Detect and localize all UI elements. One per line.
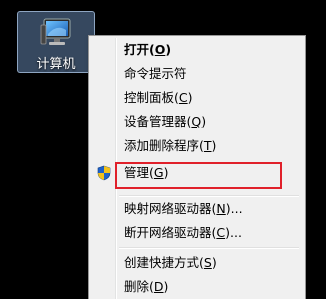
context-menu: 打开(O) 命令提示符 控制面板(C) 设备管理器(Q) 添加删除程序(T) 管… — [88, 35, 306, 299]
menu-item-label: 断开网络驱动器(C)... — [124, 225, 242, 240]
menu-item-manage[interactable]: 管理(G) — [91, 162, 303, 184]
menu-separator — [119, 247, 299, 249]
menu-item-device-manager[interactable]: 设备管理器(Q) — [91, 111, 303, 133]
menu-item-disconnect-network-drive[interactable]: 断开网络驱动器(C)... — [91, 222, 303, 244]
menu-item-label: 删除(D) — [124, 279, 169, 294]
menu-item-label: 创建快捷方式(S) — [124, 255, 217, 270]
menu-item-label: 控制面板(C) — [124, 90, 193, 105]
menu-item-label: 打开(O) — [124, 42, 172, 57]
desktop: 计算机 打开(O) 命令提示符 控制面板(C) 设备管理器(Q) 添加删除程序(… — [0, 0, 326, 299]
menu-item-delete[interactable]: 删除(D) — [91, 276, 303, 298]
menu-item-create-shortcut[interactable]: 创建快捷方式(S) — [91, 252, 303, 274]
menu-item-label: 命令提示符 — [124, 66, 187, 81]
menu-item-open[interactable]: 打开(O) — [91, 39, 303, 61]
menu-item-map-network-drive[interactable]: 映射网络驱动器(N)... — [91, 198, 303, 220]
menu-item-label: 映射网络驱动器(N)... — [124, 201, 243, 216]
menu-item-add-remove-programs[interactable]: 添加删除程序(T) — [91, 135, 303, 157]
menu-separator — [119, 195, 299, 197]
computer-desktop-icon[interactable]: 计算机 — [17, 11, 95, 73]
menu-item-label: 添加删除程序(T) — [124, 138, 217, 153]
computer-icon — [40, 18, 71, 45]
menu-item-control-panel[interactable]: 控制面板(C) — [91, 87, 303, 109]
menu-item-label: 设备管理器(Q) — [124, 114, 207, 129]
uac-shield-icon — [97, 165, 111, 181]
menu-item-command-prompt[interactable]: 命令提示符 — [91, 63, 303, 85]
computer-icon-label: 计算机 — [36, 57, 76, 72]
menu-item-label: 管理(G) — [124, 165, 169, 180]
